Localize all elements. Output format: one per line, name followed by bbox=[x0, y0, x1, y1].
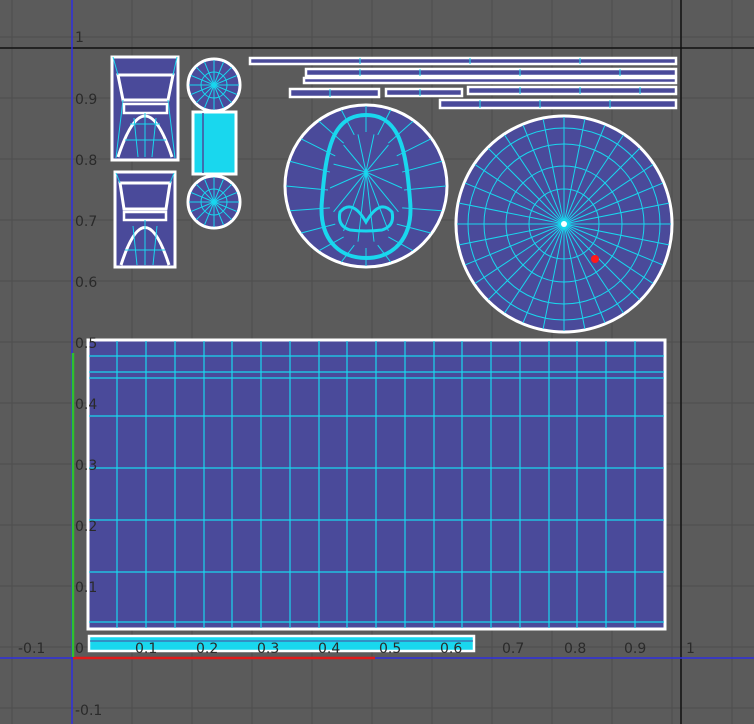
x-tick-label: 1 bbox=[686, 641, 695, 657]
y-tick-label: 0.8 bbox=[75, 153, 97, 169]
y-tick-label: 1 bbox=[75, 30, 84, 46]
y-tick-label: 0.3 bbox=[75, 458, 97, 474]
y-tick-label: 0.1 bbox=[75, 580, 97, 596]
x-tick-label: 0.2 bbox=[196, 641, 218, 657]
x-tick-label: 0.6 bbox=[440, 641, 462, 657]
x-tick-label: 0.9 bbox=[624, 641, 646, 657]
x-tick-label: 0.1 bbox=[135, 641, 157, 657]
island-large-disc[interactable] bbox=[454, 114, 674, 334]
island-big-grid-panel[interactable] bbox=[86, 338, 667, 631]
island-box-piece-bottom[interactable] bbox=[113, 170, 177, 269]
selected-vertex[interactable] bbox=[591, 255, 599, 263]
island-cylinder-strip[interactable] bbox=[191, 110, 238, 176]
y-tick-label: 0.7 bbox=[75, 214, 97, 230]
island-small-disc-bottom[interactable] bbox=[186, 174, 242, 230]
y-tick-label: 0.4 bbox=[75, 397, 97, 413]
x-tick-label: 0.4 bbox=[318, 641, 340, 657]
uv-islands[interactable] bbox=[86, 55, 678, 653]
island-small-disc-top[interactable] bbox=[186, 57, 242, 113]
uv-viewport[interactable]: -0.1 0.1 0.2 0.3 0.4 0.5 0.6 0.7 0.8 0.9 1 -0.1 0 0.1… bbox=[0, 0, 754, 724]
y-tick-label: 0 bbox=[75, 641, 84, 657]
x-tick-label: 0.8 bbox=[564, 641, 586, 657]
y-tick-label: 0.6 bbox=[75, 275, 97, 291]
y-tick-label: -0.1 bbox=[75, 703, 102, 719]
island-shell-piece[interactable] bbox=[283, 103, 449, 269]
x-tick-label: 0.5 bbox=[379, 641, 401, 657]
y-tick-label: 0.9 bbox=[75, 92, 97, 108]
x-tick-label: 0.3 bbox=[257, 641, 279, 657]
y-tick-label: 0.5 bbox=[75, 336, 97, 352]
x-tick-label: -0.1 bbox=[18, 641, 45, 657]
x-tick-label: 0.7 bbox=[502, 641, 524, 657]
island-box-piece-top[interactable] bbox=[110, 55, 180, 162]
y-tick-label: 0.2 bbox=[75, 519, 97, 535]
